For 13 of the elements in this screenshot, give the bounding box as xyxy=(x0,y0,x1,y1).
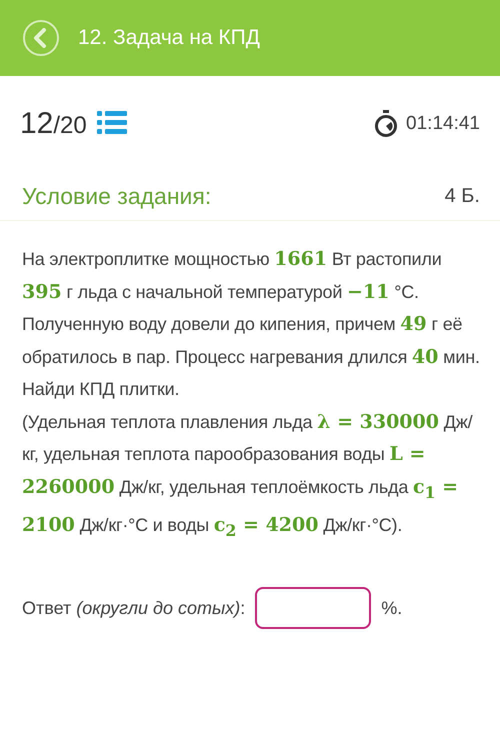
answer-field[interactable] xyxy=(255,587,372,630)
task-heading: Условие задания: xyxy=(22,182,212,210)
back-icon[interactable] xyxy=(22,19,60,57)
answer-unit: %. xyxy=(381,598,402,619)
answer-label: Ответ (округли до сотых): xyxy=(22,598,246,619)
list-icon[interactable] xyxy=(96,111,127,137)
question-counter: 12/20 xyxy=(20,107,87,141)
problem-text: На электроплитке мощностью 1661 Вт растопили 395 г льда с начальной температурой −11 °С. Полученную воду довели до кипения, причем 49 г её обратилось в пар. Процесс нагревания длился 40 мин. Найди КПД плитки. xyxy=(22,247,480,401)
page-title: 12. Задача на КПД xyxy=(78,26,260,50)
stopwatch-icon xyxy=(374,110,398,138)
timer: 01:14:41 xyxy=(406,113,480,135)
problem-text: (Удельная теплота плавления льда λ = 330000 Дж/кг, удельная теплота парообразования воды L = 2260000 Дж/кг, удельная теплоёмкость льда c$_{1}$ = 2100 Дж/кг·°С и воды c$_{2}$ = 4200 Дж/кг·°С). xyxy=(22,410,474,542)
task-points: 4 Б. xyxy=(444,184,480,208)
